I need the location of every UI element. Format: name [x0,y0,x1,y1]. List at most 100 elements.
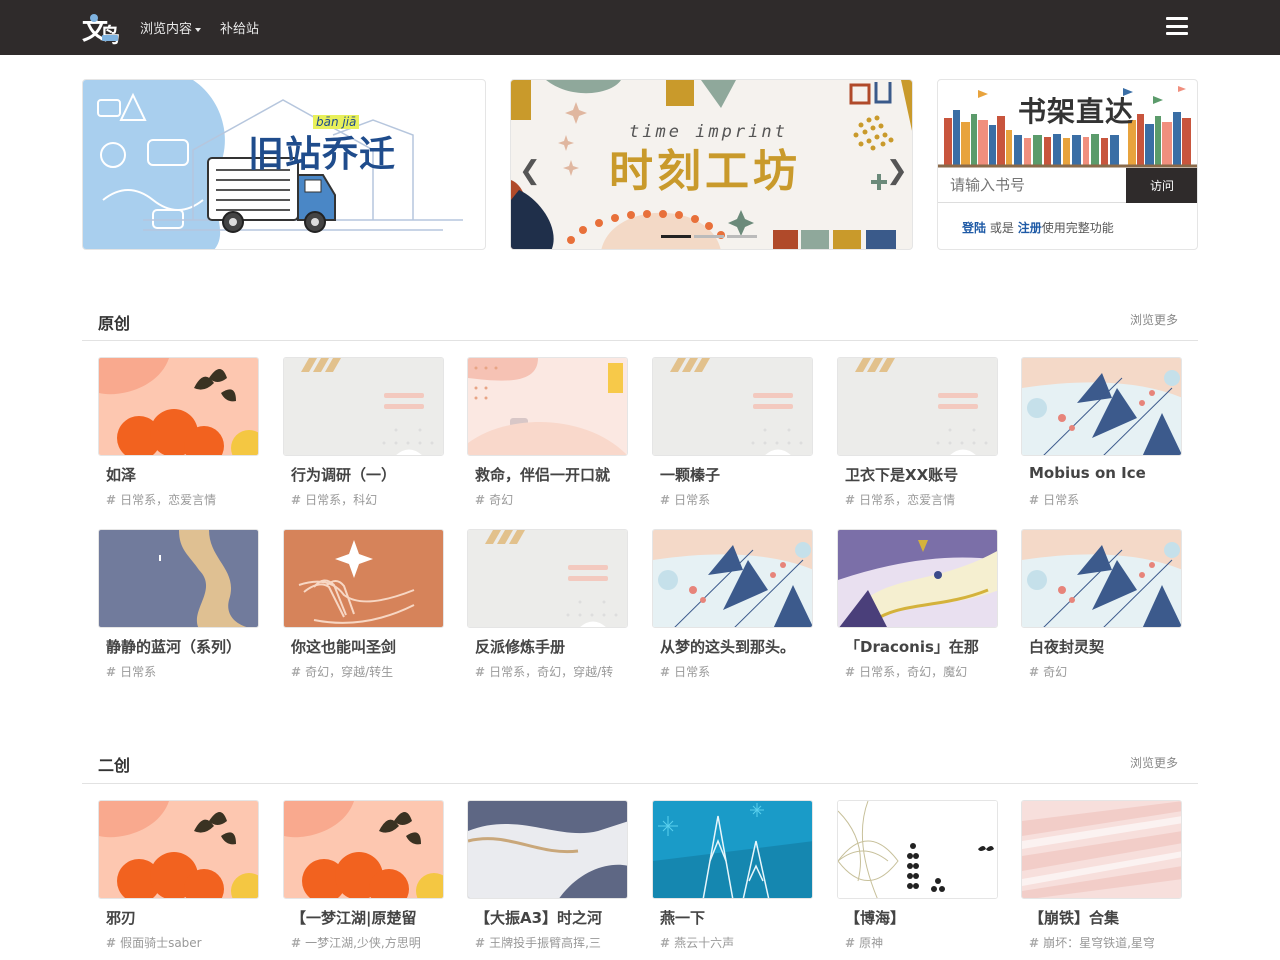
hash-icon: # [845,936,856,950]
book-card-tag-text[interactable]: 原神 [859,936,883,950]
hash-icon: # [475,665,486,679]
book-card-title[interactable]: 【崩铁】合集 [1029,907,1184,928]
book-card-tag-text[interactable]: 王牌投手振臂高挥,三 [489,936,601,950]
book-card-title[interactable]: 燕一下 [660,907,815,928]
hash-icon: # [1029,493,1040,507]
book-card-tags: # 日常系 [106,663,261,680]
book-cover-thumbnail[interactable] [1021,357,1182,456]
hash-icon: # [1029,665,1040,679]
book-card-tag-text[interactable]: 燕云十六声 [674,936,734,950]
nav-supply-link[interactable]: 补给站 [220,18,259,37]
book-cover-thumbnail[interactable] [98,800,259,899]
book-cover-thumbnail[interactable] [283,800,444,899]
login-link[interactable]: 登陆 [962,221,986,235]
book-number-input[interactable] [938,168,1126,203]
book-card-tags: # 日常系，恋爱言情 [845,491,1000,508]
book-cover-thumbnail[interactable] [652,800,813,899]
book-card-title[interactable]: 【博海】 [845,907,1000,928]
navbar: 文 鸟 浏览内容 补给站 [0,0,1280,55]
banner-moving-subtitle: bān jiā [313,115,360,129]
book-card-title[interactable]: Mobius on Ice [1029,464,1184,482]
book-card-title[interactable]: 行为调研（一） [291,464,446,485]
book-card-tag-text[interactable]: 日常系 [674,665,710,679]
book-cover-thumbnail[interactable] [652,529,813,628]
banner-workshop-carousel[interactable]: time imprint 时刻工坊 ❮ ❯ [510,79,913,250]
book-cover-thumbnail[interactable] [1021,529,1182,628]
book-card-tag-text[interactable]: 日常系 [674,493,710,507]
book-card-title[interactable]: 一颗榛子 [660,464,815,485]
banner-moving[interactable]: 旧站乔迁 bān jiā [82,79,486,250]
hash-icon: # [845,665,856,679]
book-card-tag-text[interactable]: 日常系，奇幻，穿越/转 [489,665,613,679]
book-card-tag-text[interactable]: 假面骑士saber [120,936,202,950]
book-card-title[interactable]: 「Draconis」在那 [845,636,1000,657]
book-card-tags: # 原神 [845,934,1000,951]
book-card-title[interactable]: 【大振A3】时之河 [475,907,630,928]
book-card-title[interactable]: 反派修炼手册 [475,636,630,657]
book-card-tag-text[interactable]: 崩坏：星穹铁道,星穹 [1043,936,1155,950]
book-cover-thumbnail[interactable] [837,357,998,456]
book-cover-thumbnail[interactable] [467,800,628,899]
book-card-tags: # 日常系，科幻 [291,491,446,508]
book-cover-thumbnail[interactable] [837,800,998,899]
hash-icon: # [106,665,117,679]
or-text: 或是 [989,221,1014,235]
book-card-tag-text[interactable]: 日常系 [1043,493,1079,507]
hash-icon: # [106,936,117,950]
book-card-tags: # 日常系 [660,663,815,680]
book-cover-thumbnail[interactable] [837,529,998,628]
book-card-tag-text[interactable]: 日常系，恋爱言情 [120,493,216,507]
hash-icon: # [845,493,856,507]
browse-more-derivative[interactable]: 浏览更多 [1130,754,1178,771]
chevron-right-icon[interactable]: ❯ [886,156,908,186]
book-card-tags: # 一梦江湖,少侠,方思明 [291,934,446,951]
logo-icon[interactable]: 文 鸟 [80,8,124,48]
book-cover-thumbnail[interactable] [98,529,259,628]
book-card-tags: # 王牌投手振臂高挥,三 [475,934,630,951]
book-card-title[interactable]: 如泽 [106,464,261,485]
book-card-tag-text[interactable]: 日常系，恋爱言情 [859,493,955,507]
book-card-title[interactable]: 【一梦江湖|原楚留 [291,907,446,928]
section-title-original: 原创 [98,314,131,333]
carousel-dot-2[interactable] [694,235,724,238]
book-cover-thumbnail[interactable] [98,357,259,456]
bookshelf-title: 书架直达 [1018,95,1135,128]
book-cover-thumbnail[interactable] [467,529,628,628]
book-card-tag-text[interactable]: 奇幻 [1043,665,1067,679]
book-card-tag-text[interactable]: 奇幻，穿越/转生 [305,665,393,679]
book-card-title[interactable]: 从梦的这头到那头。 [660,636,815,657]
book-card-tag-text[interactable]: 日常系 [120,665,156,679]
book-card-tags: # 奇幻，穿越/转生 [291,663,446,680]
book-card-title[interactable]: 你这也能叫圣剑 [291,636,446,657]
visit-button[interactable]: 访问 [1126,168,1197,203]
caret-down-icon [195,27,202,32]
book-card-tag-text[interactable]: 日常系，奇幻，魔幻 [859,665,967,679]
book-cover-thumbnail[interactable] [1021,800,1182,899]
carousel-dot-3[interactable] [727,235,757,238]
login-suffix-text: 使用完整功能 [1041,221,1114,235]
hash-icon: # [291,493,302,507]
book-card-tags: # 假面骑士saber [106,934,261,951]
hamburger-icon[interactable] [1166,17,1188,37]
book-card-title[interactable]: 邪刃 [106,907,261,928]
hash-icon: # [660,936,671,950]
nav-browse-dropdown[interactable]: 浏览内容 [140,18,202,37]
book-cover-thumbnail[interactable] [283,357,444,456]
carousel-dot-1[interactable] [661,235,691,238]
book-card-tag-text[interactable]: 奇幻 [489,493,513,507]
chevron-left-icon[interactable]: ❮ [519,156,541,186]
book-card-title[interactable]: 白夜封灵契 [1029,636,1184,657]
book-cover-thumbnail[interactable] [652,357,813,456]
hash-icon: # [1029,936,1040,950]
book-card-title[interactable]: 卫衣下是XX账号 [845,464,1000,485]
book-card-title[interactable]: 静静的蓝河（系列） [106,636,261,657]
book-cover-thumbnail[interactable] [283,529,444,628]
book-card-tags: # 日常系，恋爱言情 [106,491,261,508]
book-card-tag-text[interactable]: 一梦江湖,少侠,方思明 [305,936,421,950]
register-link[interactable]: 注册 [1018,221,1042,235]
book-card-tag-text[interactable]: 日常系，科幻 [305,493,377,507]
book-cover-thumbnail[interactable] [467,357,628,456]
banner-workshop-title: 时刻工坊 [609,146,801,197]
book-card-title[interactable]: 救命，伴侣一开口就 [475,464,630,485]
browse-more-original[interactable]: 浏览更多 [1130,311,1178,328]
